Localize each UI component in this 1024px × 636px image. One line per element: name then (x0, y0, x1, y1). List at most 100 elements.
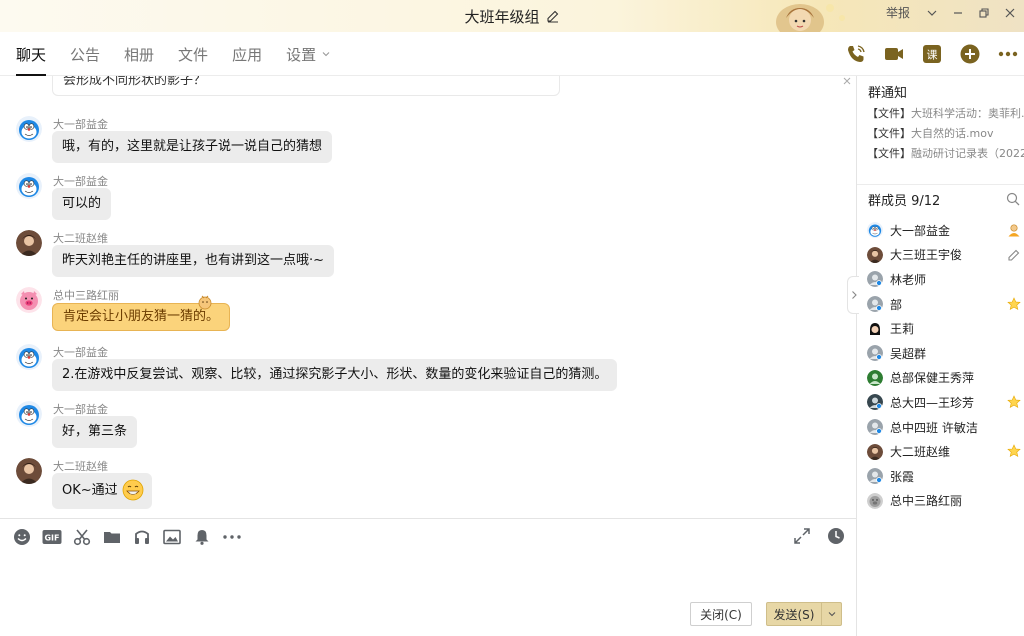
avatar[interactable] (16, 173, 42, 199)
tab-chat[interactable]: 聊天 (16, 32, 47, 76)
message-sender[interactable]: 大二班赵维 (53, 458, 108, 474)
member-item[interactable]: 王莉 (867, 316, 1024, 341)
folder-icon[interactable] (102, 527, 122, 547)
tab-apps[interactable]: 应用 (232, 32, 262, 76)
group-notice-title[interactable]: 群通知 (868, 82, 907, 101)
gif-icon[interactable]: GIF (42, 527, 62, 547)
edit-icon[interactable] (1007, 248, 1021, 262)
tab-settings-label: 设置 (286, 45, 317, 64)
image-icon[interactable] (162, 527, 182, 547)
tab-files[interactable]: 文件 (178, 32, 208, 76)
message-input[interactable] (12, 560, 832, 596)
title-decoration-image (770, 0, 860, 40)
message-text: 会形成不同形状的影子？ (63, 76, 207, 88)
nav-action-icons: 课 (844, 42, 1020, 66)
restore-icon[interactable] (976, 5, 992, 21)
member-item[interactable]: 部 (867, 292, 1024, 317)
member-item[interactable]: 总部保健王秀萍 (867, 366, 1024, 391)
tab-settings[interactable]: 设置 (286, 32, 331, 76)
notice-prefix: 【文件】 (867, 127, 911, 140)
member-name: 王莉 (890, 322, 915, 337)
panel-collapse-handle[interactable] (847, 276, 859, 314)
notice-item[interactable]: 【文件】大自然的话.mov (867, 124, 1024, 144)
chevron-down-icon (828, 612, 835, 617)
member-list: 大一部益金 大三班王宇俊 林老师 部 王莉 吴超群 总部保健王秀萍 总大四—王珍… (867, 218, 1024, 513)
tab-announcements[interactable]: 公告 (70, 32, 100, 76)
composer-area: 关闭(C) 发送(S) (0, 556, 856, 636)
avatar (867, 271, 883, 287)
avatar[interactable] (16, 116, 42, 142)
send-button[interactable]: 发送(S) (766, 602, 842, 626)
chevron-down-icon[interactable] (924, 5, 940, 21)
message-text: OK~通过 (62, 483, 118, 498)
more-tools-icon[interactable] (222, 527, 242, 547)
add-icon[interactable] (958, 42, 982, 66)
report-link[interactable]: 举报 (886, 4, 910, 21)
message-bubble: 可以的 (52, 188, 112, 220)
member-item[interactable]: 大一部益金 (867, 218, 1024, 243)
tab-album[interactable]: 相册 (124, 32, 154, 76)
send-options-dropdown[interactable] (821, 603, 841, 625)
message-sender[interactable]: 总中三路红丽 (53, 287, 119, 303)
group-tabs: 聊天 公告 相册 文件 应用 设置 (16, 32, 331, 76)
member-item[interactable]: 林老师 (867, 267, 1024, 292)
notice-item[interactable]: 【文件】大班科学活动：奥菲利... (867, 104, 1024, 124)
tab-files-label: 文件 (178, 45, 209, 64)
member-item[interactable]: 总中三路红丽 (867, 489, 1024, 514)
bell-icon[interactable] (192, 527, 212, 547)
member-item[interactable]: 总中四班 许敏洁 (867, 415, 1024, 440)
close-button[interactable]: 关闭(C) (690, 602, 752, 626)
emoji-icon[interactable] (12, 527, 32, 547)
video-call-icon[interactable] (882, 42, 906, 66)
member-name: 张霞 (890, 469, 915, 484)
avatar[interactable] (16, 458, 42, 484)
member-name: 总大四—王珍芳 (890, 395, 975, 410)
search-icon[interactable] (1006, 192, 1020, 206)
group-notice-list: 【文件】大班科学活动：奥菲利... 【文件】大自然的话.mov 【文件】融动研讨… (867, 104, 1024, 164)
member-item[interactable]: 大三班王宇俊 (867, 243, 1024, 268)
member-item[interactable]: 总大四—王珍芳 (867, 390, 1024, 415)
members-title: 群成员 9/12 (868, 194, 941, 209)
lesson-icon[interactable]: 课 (920, 42, 944, 66)
phone-icon[interactable] (844, 42, 868, 66)
message-bubble-partial: 会形成不同形状的影子？ (52, 76, 560, 96)
edit-title-icon[interactable] (546, 9, 560, 23)
notice-name: 大自然的话.mov (911, 127, 994, 140)
screenshot-scissors-icon[interactable] (72, 527, 92, 547)
star-icon (1007, 444, 1021, 458)
chat-message-area[interactable]: 会形成不同形状的影子？ 大一部益金 哦，有的，这里就是让孩子说一说自己的猜想 大… (0, 76, 856, 518)
composer-toolbar: GIF (0, 518, 856, 556)
group-nav-bar: 聊天 公告 相册 文件 应用 设置 课 (0, 32, 1024, 76)
history-clock-icon[interactable] (827, 527, 847, 547)
message-bubble: 2.在游戏中反复尝试、观察、比较，通过探究影子大小、形状、数量的变化来验证自己的… (52, 359, 618, 391)
close-icon[interactable] (842, 76, 852, 86)
notice-item[interactable]: 【文件】融动研讨记录表（2022... (867, 144, 1024, 164)
more-icon[interactable] (996, 42, 1020, 66)
avatar[interactable] (16, 344, 42, 370)
message-bubble: 昨天刘艳主任的讲座里，也有讲到这一点哦·~ (52, 245, 335, 277)
notice-prefix: 【文件】 (867, 107, 911, 120)
member-item[interactable]: 张霞 (867, 464, 1024, 489)
star-icon (1007, 395, 1021, 409)
message-sender[interactable]: 大一部益金 (53, 401, 108, 417)
minimize-icon[interactable] (950, 5, 966, 21)
avatar[interactable] (16, 230, 42, 256)
message-bubble: 好，第三条 (52, 416, 138, 448)
expand-icon[interactable] (793, 527, 813, 547)
member-item[interactable]: 吴超群 (867, 341, 1024, 366)
avatar[interactable] (16, 287, 42, 313)
message-sender[interactable]: 大一部益金 (53, 344, 108, 360)
message-bubble: 哦，有的，这里就是让孩子说一说自己的猜想 (52, 131, 333, 163)
avatar (867, 222, 883, 238)
avatar (867, 394, 883, 410)
message-sender[interactable]: 大二班赵维 (53, 230, 108, 246)
close-icon[interactable] (1002, 5, 1018, 21)
member-item[interactable]: 大二班赵维 (867, 439, 1024, 464)
member-name: 大一部益金 (890, 223, 951, 238)
message-sender[interactable]: 大一部益金 (53, 173, 108, 189)
member-name: 大三班王宇俊 (890, 248, 963, 263)
gif-icon-label: GIF (44, 534, 59, 543)
avatar[interactable] (16, 401, 42, 427)
message-sender[interactable]: 大一部益金 (53, 116, 108, 132)
music-icon[interactable] (132, 527, 152, 547)
